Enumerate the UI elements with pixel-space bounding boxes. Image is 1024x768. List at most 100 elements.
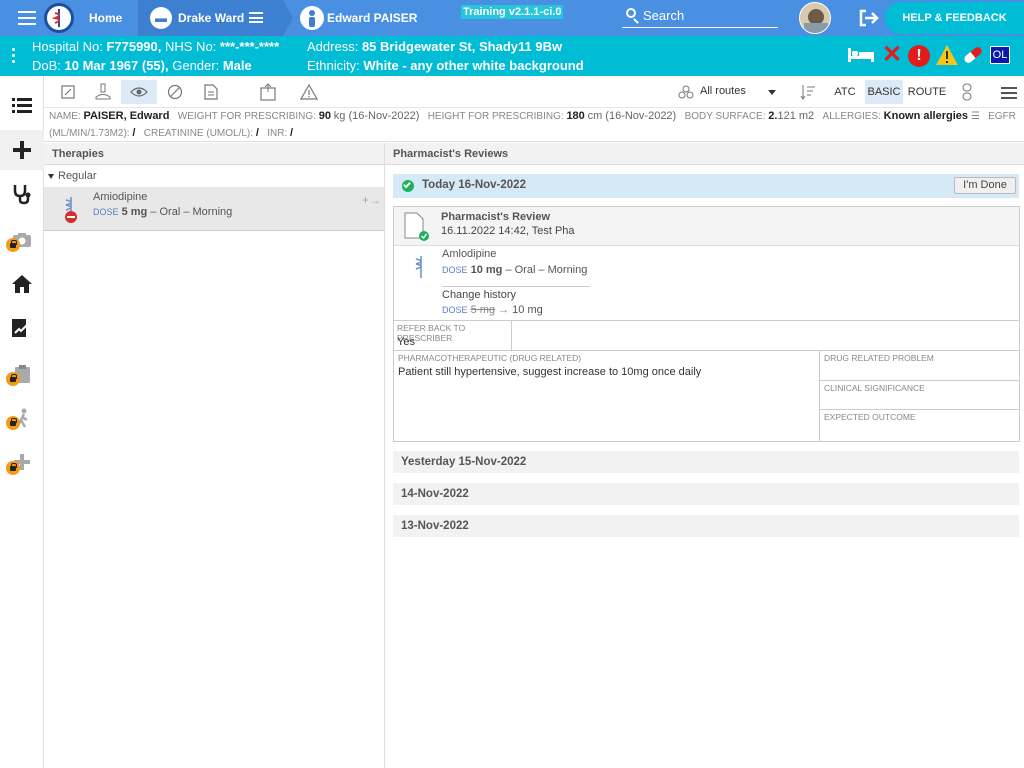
refer-back-value: Yes: [397, 336, 415, 348]
info-row-1: NAME: PAISER, Edward WEIGHT FOR PRESCRIB…: [49, 110, 1016, 122]
tool-export-icon[interactable]: [251, 80, 285, 104]
dose-route: – Oral – Morning: [150, 206, 233, 218]
ethnicity-value: White - any other white background: [363, 58, 584, 73]
dob-value: 10 Mar 1967 (55),: [64, 58, 169, 73]
bed-status-icon[interactable]: [847, 46, 875, 64]
therapy-drug-name: Amiodipine: [93, 191, 148, 203]
change-history-title: Change history: [442, 289, 516, 301]
patient-bar: Hospital No: F775990, NHS No: ***-***-**…: [0, 36, 1024, 76]
hospital-no: F775990,: [106, 39, 162, 54]
weight-value: 90: [318, 110, 331, 122]
logout-icon[interactable]: [858, 9, 880, 27]
nav-stethoscope-icon[interactable]: [0, 174, 44, 214]
therapy-dose-line: DOSE 5 mg – Oral – Morning: [93, 206, 232, 218]
nhs-no: ***-***-****: [219, 39, 280, 54]
top-bar: Home ▬ Drake Ward Edward PAISER Training…: [0, 0, 1024, 36]
routes-dropdown[interactable]: All routes: [678, 84, 778, 102]
height-label: HEIGHT FOR PRESCRIBING:: [427, 111, 564, 122]
routes-label: All routes: [700, 85, 746, 97]
tool-warning-icon[interactable]: [292, 80, 326, 104]
pill-icon[interactable]: [961, 44, 985, 66]
history-old-dose: 5 mg: [470, 304, 496, 316]
address-value: 85 Bridgewater St, Shady11 9Bw: [361, 39, 563, 54]
sort-icon[interactable]: [800, 84, 816, 100]
egfr-label: EGFR: [988, 111, 1016, 122]
change-history-line: DOSE 5 mg → 10 mg: [442, 304, 543, 316]
tool-prescribe-icon[interactable]: [51, 80, 85, 104]
nav-camera-icon[interactable]: [0, 220, 44, 260]
nav-add-icon[interactable]: [0, 130, 44, 170]
pills-icon[interactable]: [958, 83, 976, 101]
view-atc-button[interactable]: ATC: [828, 80, 862, 104]
tool-document-icon[interactable]: [194, 80, 228, 104]
day-header[interactable]: Yesterday 15-Nov-2022: [393, 451, 1019, 473]
ethnicity-label: Ethnicity:: [307, 58, 360, 73]
name-value: PAISER, Edward: [83, 110, 170, 122]
dose-label: DOSE: [93, 207, 119, 217]
therapy-row[interactable]: Amiodipine DOSE 5 mg – Oral – Morning +→: [44, 187, 384, 231]
pharma-value: Patient still hypertensive, suggest incr…: [398, 366, 702, 378]
hamburger-icon[interactable]: [1001, 87, 1017, 99]
outcome-label: EXPECTED OUTCOME: [824, 412, 916, 422]
review-medication-icon: [410, 254, 432, 282]
inr-label: INR:: [267, 128, 288, 139]
side-nav: [0, 76, 44, 768]
history-dose-label: DOSE: [442, 305, 468, 315]
nav-home[interactable]: Home: [89, 11, 122, 25]
caret-down-icon: [48, 173, 54, 179]
menu-icon[interactable]: [18, 11, 36, 25]
review-dose-line: DOSE 10 mg – Oral – Morning: [442, 264, 587, 276]
pharma-label: PHARMACOTHERAPEUTIC (DRUG RELATED): [398, 353, 582, 363]
allergies-label: ALLERGIES:: [822, 111, 881, 122]
app-logo-icon[interactable]: [44, 3, 74, 33]
body-surface-label: BODY SURFACE:: [684, 111, 766, 122]
search-box[interactable]: Search: [622, 6, 778, 28]
egfr-unit-label: (ML/MIN/1.73M2):: [49, 128, 130, 139]
nav-edit-doc-icon[interactable]: [0, 308, 44, 348]
therapy-action-icon[interactable]: +→: [362, 193, 381, 207]
day-header[interactable]: 13-Nov-2022: [393, 515, 1019, 537]
training-badge: Training v2.1.1-ci.0: [461, 5, 564, 19]
ol-badge[interactable]: OL: [990, 46, 1010, 64]
patient-ids: Hospital No: F775990, NHS No: ***-***-**…: [32, 39, 279, 54]
tool-discontinue-icon[interactable]: [158, 80, 192, 104]
close-red-icon[interactable]: ✕: [882, 42, 902, 68]
warning-icon[interactable]: [935, 44, 959, 66]
more-vert-icon[interactable]: [12, 48, 16, 64]
patient-ethnicity: Ethnicity: White - any other white backg…: [307, 58, 584, 73]
inr-value: /: [290, 127, 294, 139]
nav-list-icon[interactable]: [0, 85, 44, 125]
view-route-button[interactable]: ROUTE: [907, 80, 947, 104]
review-dose-route: – Oral – Morning: [505, 264, 588, 276]
tool-review-icon[interactable]: [121, 80, 157, 104]
allergies-value[interactable]: Known allergies: [884, 110, 968, 122]
clinical-cell: CLINICAL SIGNIFICANCE: [820, 381, 1019, 410]
nav-clipboard-icon[interactable]: [0, 354, 44, 394]
view-basic-button[interactable]: BASIC: [865, 80, 903, 104]
nav-patient[interactable]: Edward PAISER: [327, 11, 417, 25]
im-done-button[interactable]: I'm Done: [954, 177, 1016, 194]
day-header[interactable]: 14-Nov-2022: [393, 483, 1019, 505]
alert-icon[interactable]: !: [908, 45, 930, 67]
ward-menu-icon[interactable]: [249, 12, 263, 23]
reviews-panel: Pharmacist's Reviews Today 16-Nov-2022 I…: [385, 143, 1024, 768]
allergies-menu-icon[interactable]: ☰: [971, 111, 980, 122]
regular-group-header[interactable]: Regular: [48, 170, 97, 182]
tool-administer-icon[interactable]: [86, 80, 120, 104]
dob-label: DoB:: [32, 58, 61, 73]
refer-back-cell: REFER BACK TO PRESCRIBER Yes: [393, 320, 512, 351]
avatar[interactable]: [799, 2, 831, 34]
nav-walking-icon[interactable]: [0, 398, 44, 438]
change-history-divider: [442, 286, 590, 287]
medication-icon: [60, 195, 82, 225]
history-new-dose: 10 mg: [512, 304, 543, 316]
today-label: Today 16-Nov-2022: [422, 179, 526, 191]
review-dose-value: 10 mg: [470, 264, 503, 276]
creatinine-label: CREATININE (UMOL/L):: [143, 128, 254, 139]
nav-ward[interactable]: Drake Ward: [178, 11, 244, 25]
today-header[interactable]: Today 16-Nov-2022 I'm Done: [393, 174, 1019, 198]
nav-add-locked-icon[interactable]: [0, 442, 44, 482]
help-feedback-button[interactable]: HELP & FEEDBACK: [885, 2, 1024, 34]
review-dose-label: DOSE: [442, 265, 468, 275]
nav-home-icon[interactable]: [0, 264, 44, 304]
